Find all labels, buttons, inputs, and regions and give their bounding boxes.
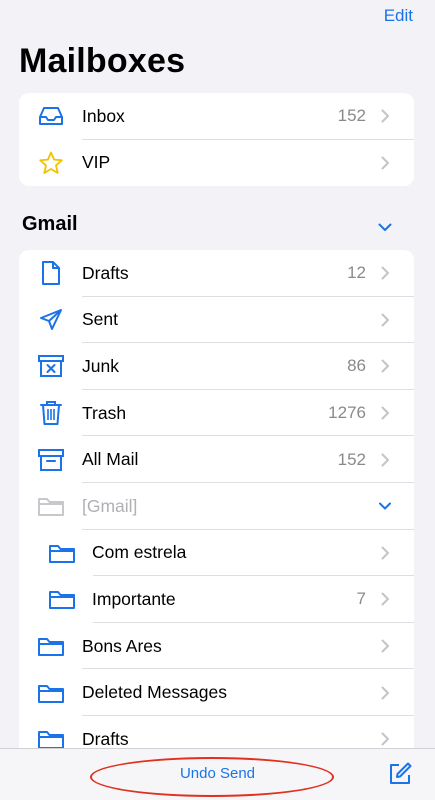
page-title: Mailboxes — [19, 42, 186, 80]
chevron-right-icon — [378, 592, 392, 606]
mailbox-row-com-estrela[interactable]: Com estrela — [19, 530, 414, 577]
mailbox-row-gmail-folder[interactable]: [Gmail] — [19, 483, 414, 530]
unread-count: 152 — [337, 106, 366, 126]
mailbox-label: Importante — [92, 588, 176, 609]
chevron-right-icon — [378, 453, 392, 467]
mailbox-row-junk[interactable]: Junk 86 — [19, 343, 414, 390]
mailbox-label: Bons Ares — [82, 635, 162, 656]
mailbox-label: Deleted Messages — [82, 682, 227, 703]
folder-icon — [36, 491, 66, 521]
mailbox-label: Com estrela — [92, 542, 187, 563]
folder-icon — [36, 631, 66, 661]
document-icon — [36, 258, 66, 288]
gmail-mailbox-group: Drafts 12 Sent Junk 86 Trash 1276 All Ma… — [19, 250, 414, 763]
mailbox-row-drafts[interactable]: Drafts 12 — [19, 250, 414, 297]
mailbox-row-importante[interactable]: Importante 7 — [19, 576, 414, 623]
annotation-ellipse — [90, 757, 334, 797]
mailbox-row-trash[interactable]: Trash 1276 — [19, 390, 414, 437]
mailbox-label: VIP — [82, 152, 111, 173]
account-header-gmail[interactable]: Gmail — [22, 213, 78, 236]
chevron-right-icon — [378, 639, 392, 653]
chevron-right-icon — [378, 266, 392, 280]
folder-icon — [47, 538, 77, 568]
chevron-right-icon — [378, 156, 392, 170]
chevron-right-icon — [378, 406, 392, 420]
chevron-right-icon — [378, 359, 392, 373]
mailbox-row-sent[interactable]: Sent — [19, 297, 414, 344]
folder-icon — [36, 678, 66, 708]
compose-icon[interactable] — [387, 761, 413, 787]
mailbox-label: Inbox — [82, 105, 125, 126]
mailbox-row-inbox[interactable]: Inbox 152 — [19, 93, 414, 140]
top-bar: Edit — [0, 0, 435, 36]
chevron-right-icon — [378, 686, 392, 700]
chevron-right-icon — [378, 109, 392, 123]
junk-icon — [36, 351, 66, 381]
unread-count: 152 — [337, 449, 366, 469]
inbox-icon — [36, 101, 66, 131]
bottom-toolbar: Undo Send — [0, 748, 435, 800]
mailbox-label: Junk — [82, 355, 119, 376]
mailbox-label: Drafts — [82, 728, 129, 749]
unread-count: 1276 — [328, 403, 366, 423]
chevron-down-icon[interactable] — [377, 219, 393, 235]
unread-count: 12 — [347, 263, 366, 283]
mailbox-label: All Mail — [82, 449, 139, 470]
edit-button[interactable]: Edit — [384, 6, 413, 26]
trash-icon — [36, 398, 66, 428]
mailbox-row-vip[interactable]: VIP — [19, 140, 414, 187]
chevron-right-icon — [378, 546, 392, 560]
unread-count: 7 — [356, 589, 366, 609]
chevron-down-icon[interactable] — [378, 499, 392, 513]
mailbox-label: Trash — [82, 402, 127, 423]
mailbox-row-deleted-messages[interactable]: Deleted Messages — [19, 669, 414, 716]
mailbox-label: Drafts — [82, 262, 129, 283]
archive-box-icon — [36, 445, 66, 475]
mailbox-row-all-mail[interactable]: All Mail 152 — [19, 436, 414, 483]
mailbox-label: Sent — [82, 309, 118, 330]
chevron-right-icon — [378, 732, 392, 746]
favorites-group: Inbox 152 VIP — [19, 93, 414, 187]
chevron-right-icon — [378, 313, 392, 327]
mailbox-label: [Gmail] — [82, 495, 138, 516]
star-icon — [36, 148, 66, 178]
folder-icon — [47, 584, 77, 614]
paper-plane-icon — [36, 305, 66, 335]
unread-count: 86 — [347, 356, 366, 376]
mailbox-row-bons-ares[interactable]: Bons Ares — [19, 623, 414, 670]
